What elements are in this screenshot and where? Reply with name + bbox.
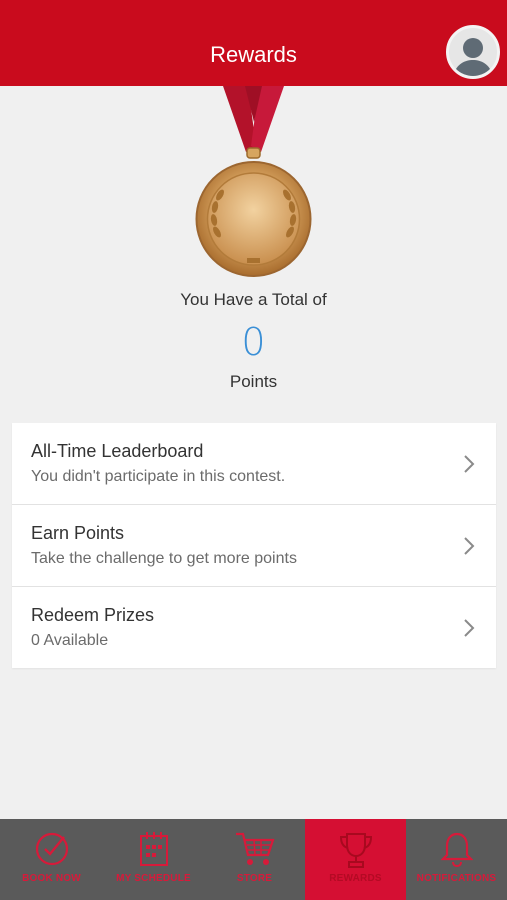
- tab-my-schedule[interactable]: MY SCHEDULE: [103, 819, 204, 900]
- tab-label: BOOK NOW: [22, 873, 81, 884]
- app-header: Rewards: [0, 0, 507, 86]
- rewards-menu: All-Time Leaderboard You didn't particip…: [12, 423, 496, 668]
- avatar[interactable]: [446, 25, 500, 79]
- trophy-icon: [339, 833, 372, 868]
- tab-label: REWARDS: [329, 873, 382, 884]
- bell-icon: [440, 832, 473, 867]
- tab-label: STORE: [236, 873, 273, 884]
- check-circle-icon: [35, 832, 68, 866]
- menu-item-subtitle: 0 Available: [31, 632, 109, 649]
- menu-item-title: All-Time Leaderboard: [31, 441, 204, 461]
- menu-item-earn-points[interactable]: Earn Points Take the challenge to get mo…: [12, 505, 496, 587]
- bottom-tab-bar: BOOK NOW MY SCHEDULE STORE REWARDS NOTIF…: [0, 819, 507, 900]
- chevron-right-icon: [464, 455, 475, 473]
- user-avatar-icon: [453, 38, 493, 76]
- tab-label: MY SCHEDULE: [116, 873, 191, 884]
- cart-icon: [235, 832, 275, 865]
- medal-icon: [195, 86, 312, 277]
- points-label: Points: [229, 372, 278, 391]
- menu-item-title: Redeem Prizes: [31, 605, 155, 625]
- tab-store[interactable]: STORE: [204, 819, 305, 900]
- tab-notifications[interactable]: NOTIFICATIONS: [406, 819, 507, 900]
- points-value: 0: [241, 320, 266, 364]
- menu-item-subtitle: You didn't participate in this contest.: [31, 468, 286, 485]
- menu-item-title: Earn Points: [31, 523, 125, 543]
- chevron-right-icon: [464, 619, 475, 637]
- menu-item-subtitle: Take the challenge to get more points: [31, 550, 297, 567]
- total-label: You Have a Total of: [180, 290, 327, 309]
- menu-item-leaderboard[interactable]: All-Time Leaderboard You didn't particip…: [12, 423, 496, 505]
- tab-rewards[interactable]: REWARDS: [305, 819, 406, 900]
- page-title: Rewards: [210, 42, 297, 67]
- tab-book-now[interactable]: BOOK NOW: [0, 819, 103, 900]
- tab-label: NOTIFICATIONS: [416, 873, 497, 884]
- chevron-right-icon: [464, 537, 475, 555]
- menu-item-redeem-prizes[interactable]: Redeem Prizes 0 Available: [12, 587, 496, 668]
- calendar-icon: [139, 832, 168, 866]
